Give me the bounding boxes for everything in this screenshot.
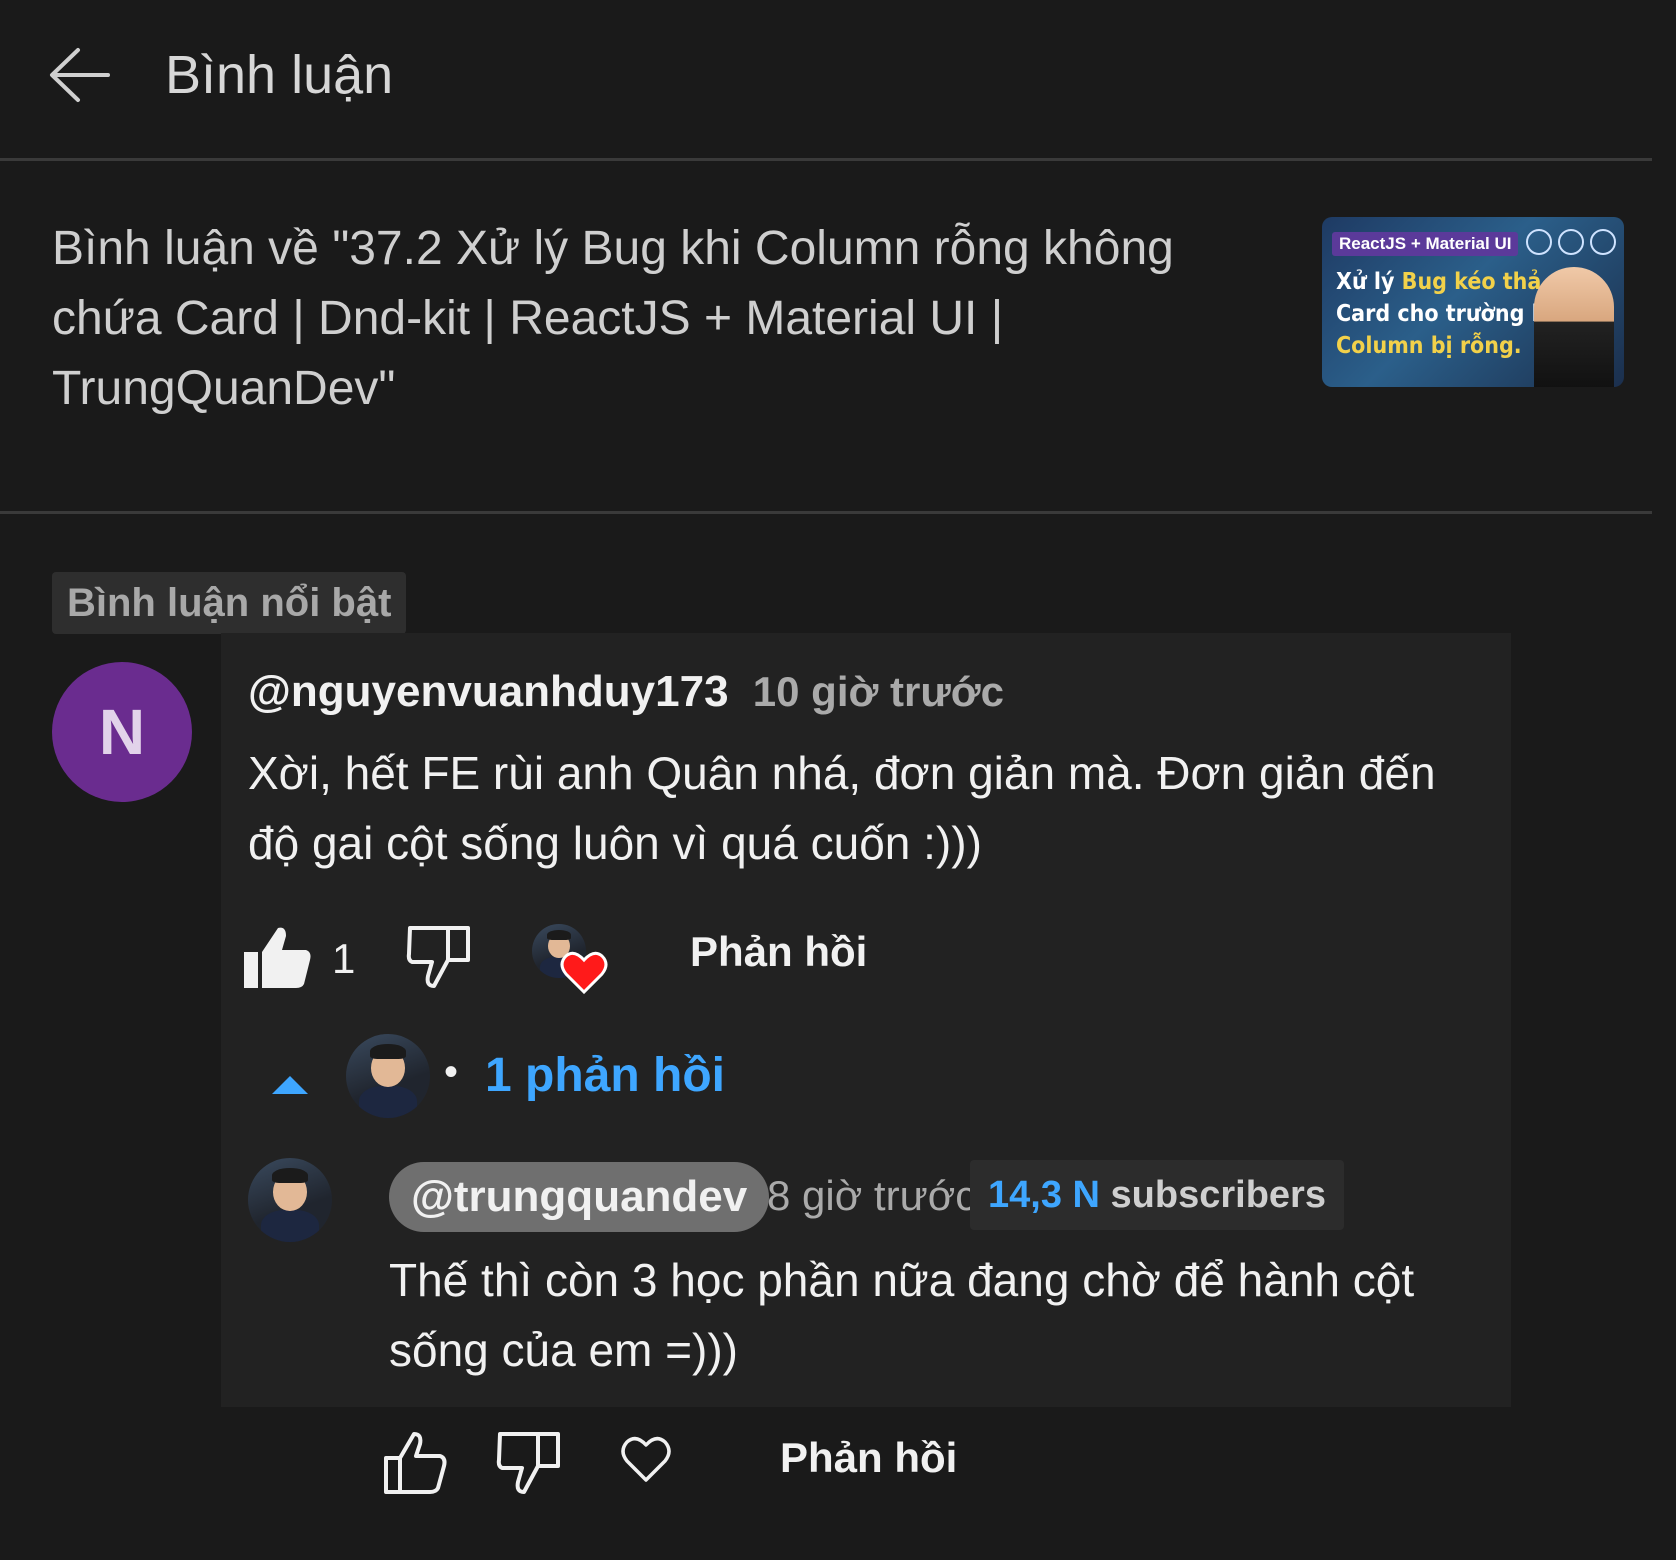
like-filled-icon[interactable] bbox=[242, 924, 312, 990]
highlighted-comment-label: Bình luận nổi bật bbox=[52, 572, 407, 634]
subscribers-chip: 14,3 N subscribers bbox=[970, 1160, 1344, 1230]
section-divider bbox=[0, 511, 1652, 514]
thumbnail-tag: ReactJS + Material UI bbox=[1332, 232, 1519, 256]
like-count: 1 bbox=[332, 935, 356, 982]
reply-like-icon[interactable] bbox=[382, 1430, 448, 1496]
comment-header: @nguyenvuanhduy173 10 giờ trước bbox=[248, 667, 1004, 717]
comment-author[interactable]: @nguyenvuanhduy173 bbox=[248, 667, 729, 716]
reply-button[interactable]: Phản hồi bbox=[690, 928, 867, 976]
subscribers-count: 14,3 N bbox=[988, 1174, 1100, 1216]
reply-time: 8 giờ trước bbox=[767, 1172, 977, 1219]
thumbnail-line-3: Column bị rỗng. bbox=[1336, 333, 1522, 359]
reply-text: Thế thì còn 3 học phần nữa đang chờ để h… bbox=[389, 1254, 1415, 1376]
commenter-avatar[interactable]: N bbox=[52, 662, 192, 802]
video-thumbnail[interactable]: ReactJS + Material UI Xử lý Bug kéo thả … bbox=[1322, 217, 1624, 387]
reply-author-avatar-small bbox=[346, 1034, 430, 1118]
comment-time: 10 giờ trước bbox=[752, 668, 1004, 715]
page-title: Bình luận bbox=[165, 45, 394, 105]
heart-icon bbox=[560, 951, 608, 995]
chevron-up-icon bbox=[272, 1076, 308, 1094]
header-divider bbox=[0, 158, 1652, 161]
reply-author-avatar[interactable] bbox=[248, 1158, 332, 1242]
thumbnail-person-image bbox=[1534, 267, 1614, 387]
reply-heart-outline-icon[interactable] bbox=[620, 1434, 672, 1484]
dislike-icon[interactable] bbox=[406, 924, 472, 990]
comment-text: Xời, hết FE rùi anh Quân nhá, đơn giản m… bbox=[248, 747, 1436, 869]
thumbnail-line-1: Xử lý Bug kéo thả bbox=[1336, 269, 1542, 295]
replies-toggle[interactable]: • 1 phản hồi bbox=[270, 1032, 740, 1122]
reply-dislike-icon[interactable] bbox=[496, 1430, 562, 1496]
thumbnail-tech-icons bbox=[1526, 229, 1616, 255]
video-title: Bình luận về "37.2 Xử lý Bug khi Column … bbox=[52, 222, 1174, 415]
reply-reply-button[interactable]: Phản hồi bbox=[780, 1434, 957, 1482]
separator-dot: • bbox=[444, 1050, 459, 1094]
creator-heart-badge bbox=[532, 924, 612, 1002]
back-arrow-icon[interactable] bbox=[44, 36, 124, 116]
subscribers-label: subscribers bbox=[1110, 1174, 1326, 1216]
reply-author-handle[interactable]: @trungquandev bbox=[389, 1162, 770, 1232]
replies-count-label: 1 phản hồi bbox=[485, 1049, 725, 1102]
